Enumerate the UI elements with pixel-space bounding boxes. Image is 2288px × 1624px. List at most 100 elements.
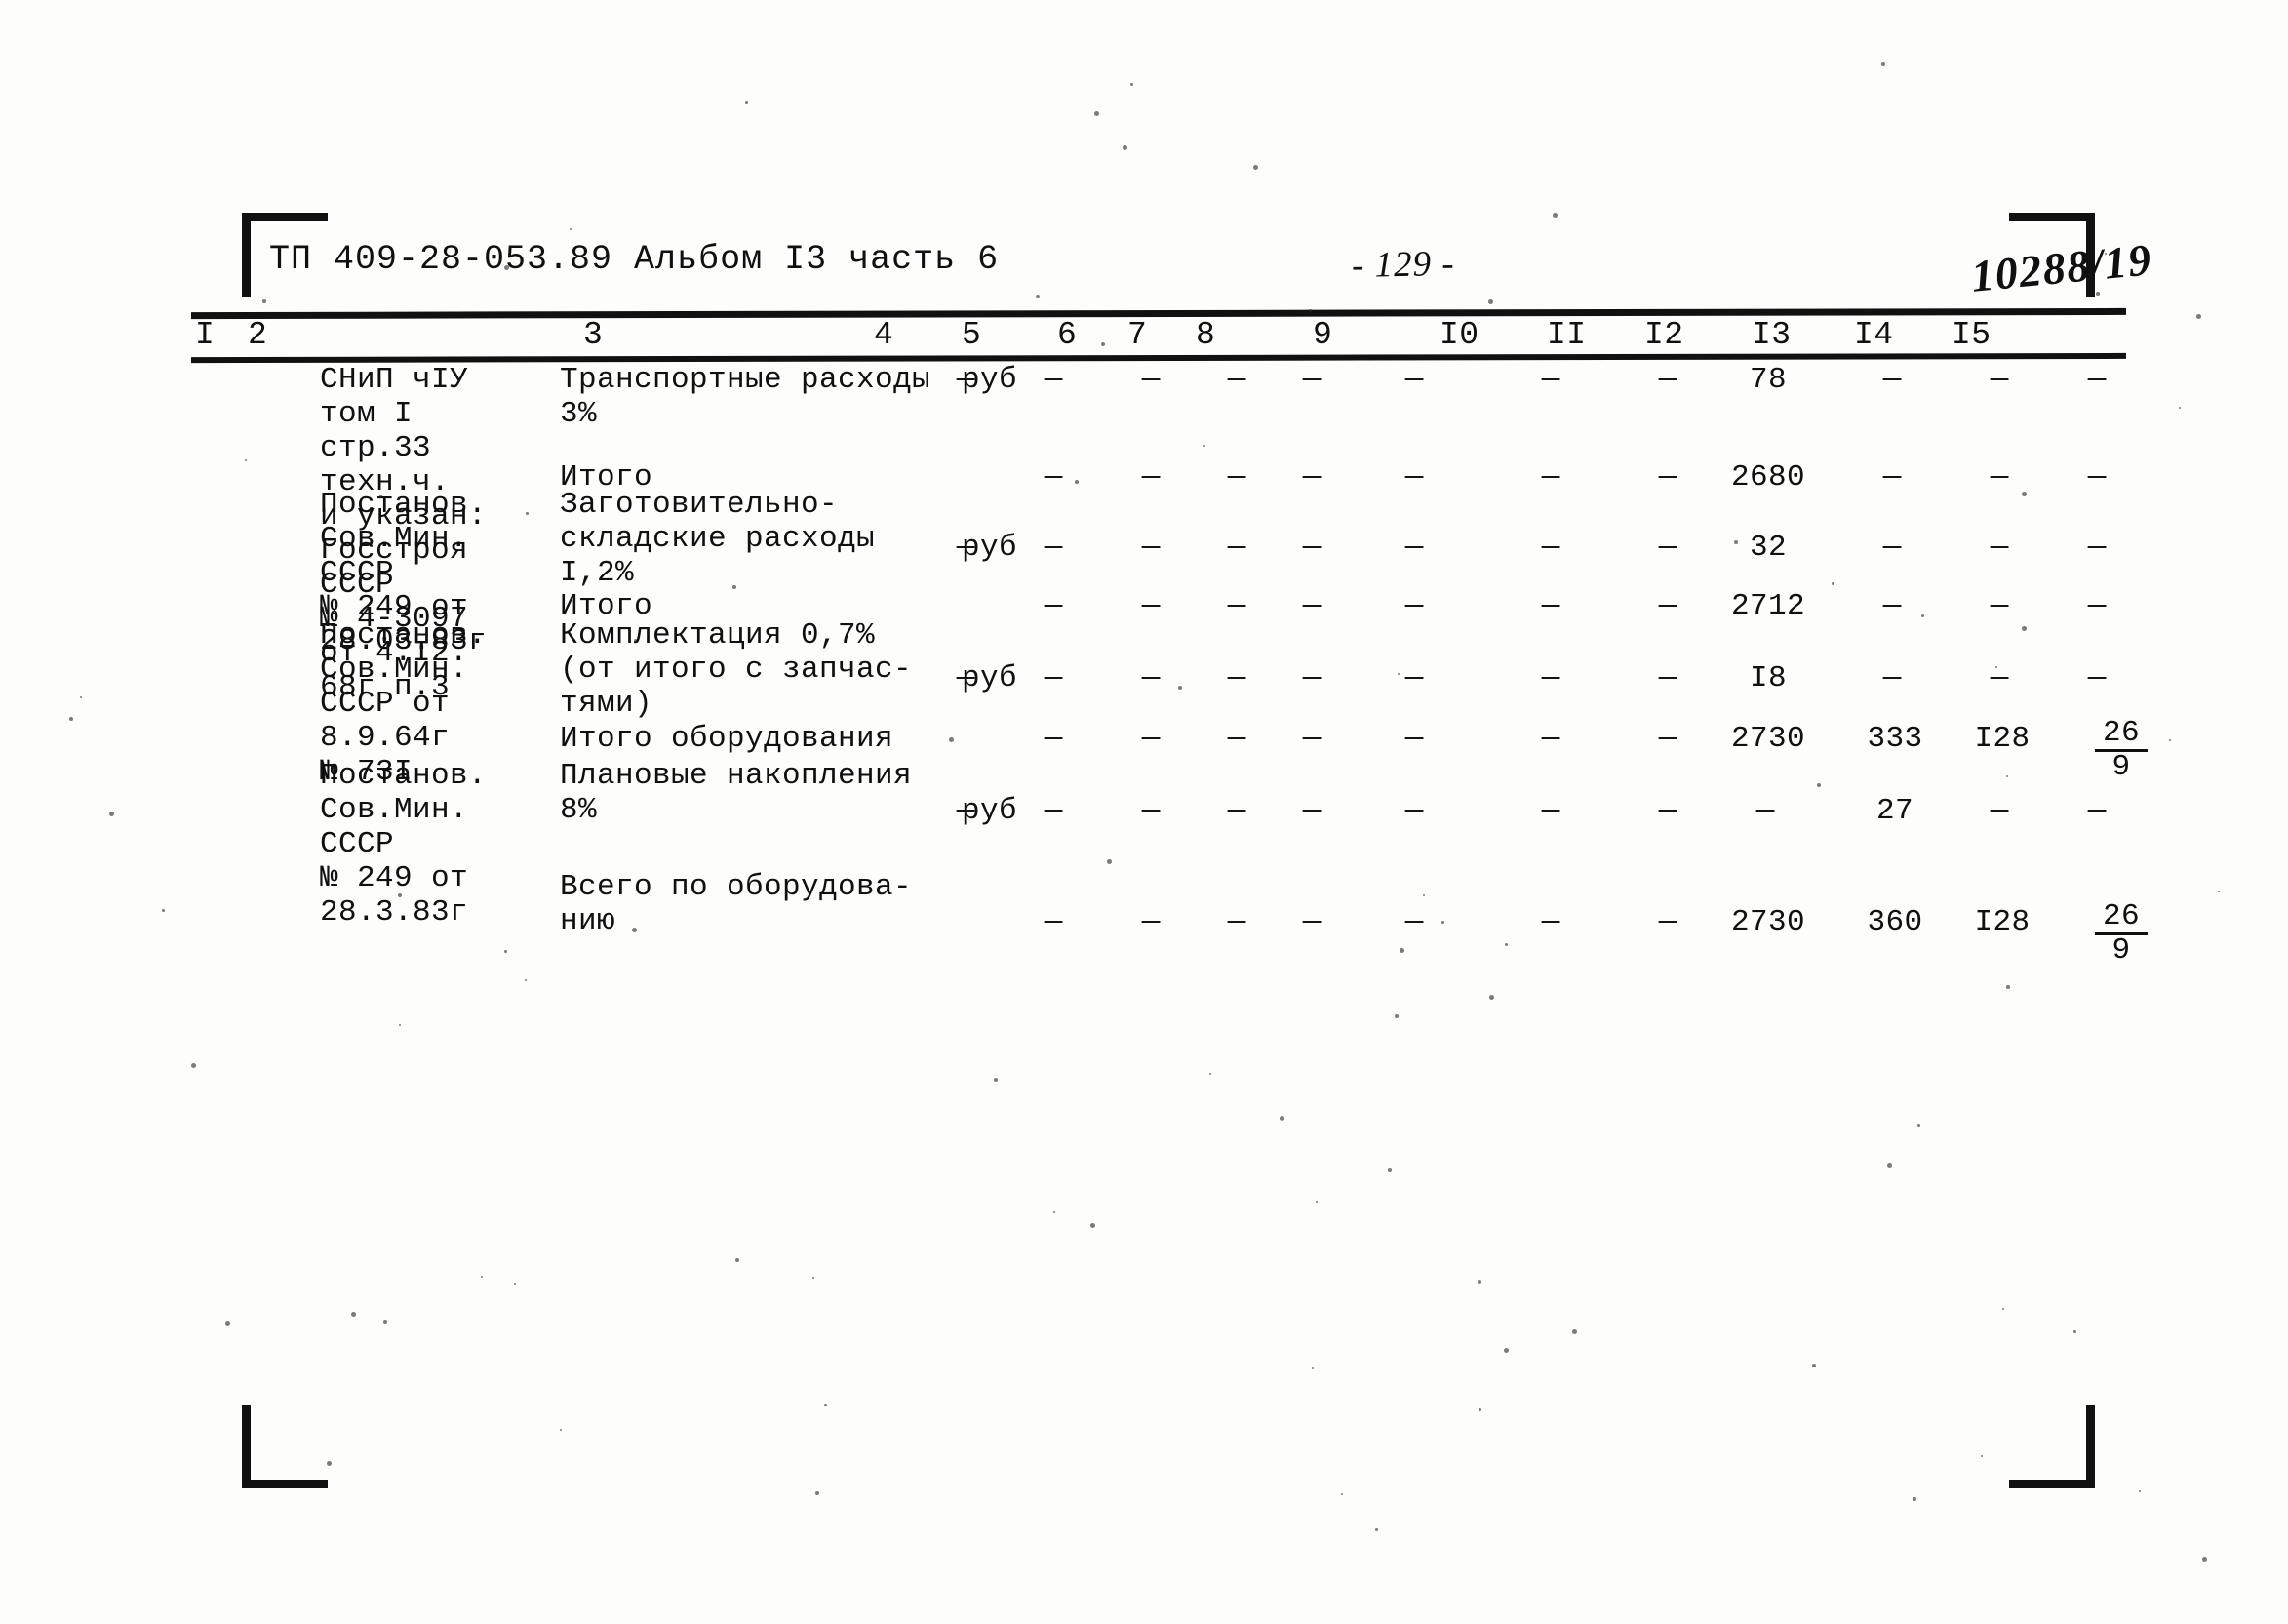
table-column-number-row: I 2 3 4 5 6 7 8 9 I0 II I2 I3 I4 I5: [191, 317, 2126, 356]
cell-col13: —: [1882, 363, 1902, 397]
cell-col7: —: [1227, 905, 1246, 939]
cell-col13: —: [1882, 589, 1902, 623]
scan-speck: [526, 512, 529, 515]
cell-col7: —: [1227, 460, 1246, 495]
scan-speck: [69, 717, 73, 721]
cell-col7: —: [1227, 661, 1246, 695]
cell-col12: —: [1755, 794, 1775, 828]
scan-speck: [1388, 1168, 1392, 1172]
cell-col12: 32: [1749, 531, 1787, 565]
cell-col12: 2680: [1730, 460, 1805, 495]
cell-col8: —: [1302, 363, 1322, 397]
scan-speck: [398, 893, 402, 897]
scan-speck: [1572, 1329, 1577, 1334]
cell-col11: —: [1658, 531, 1677, 565]
column-number-II: II: [1547, 317, 1587, 353]
column-number-5: 5: [962, 317, 982, 353]
scan-speck: [1489, 995, 1494, 1000]
cell-col8: —: [1302, 460, 1322, 495]
scan-speck: [632, 928, 637, 932]
cell-col11: —: [1658, 794, 1677, 828]
cell-col15-fraction: 26 9: [2058, 901, 2185, 968]
column-number-I5: I5: [1952, 317, 1992, 353]
scan-speck: [1881, 62, 1885, 66]
cell-col14: —: [1990, 460, 2009, 495]
cell-col10: —: [1541, 905, 1560, 939]
cell-col10: —: [1541, 460, 1560, 495]
scan-speck: [225, 1321, 230, 1326]
scan-speck: [1130, 83, 1133, 86]
column-number-6: 6: [1057, 317, 1078, 353]
cell-col12: I8: [1749, 661, 1787, 695]
scan-speck: [514, 1283, 516, 1285]
cell-col9: —: [1404, 460, 1424, 495]
cell-col15-fraction: 26 9: [2058, 718, 2185, 784]
cell-col4: —: [956, 794, 975, 828]
table-body: СНиП чIУ том I стр.33 техн.ч. и указан. …: [191, 363, 2148, 1416]
cell-col14: —: [1990, 589, 2009, 623]
cell-justification: Постанов. Сов.Мин. СССР № 249 от 28.3.83…: [320, 759, 488, 930]
column-number-2: 2: [248, 317, 268, 353]
cell-col10: —: [1541, 722, 1560, 756]
scan-speck: [2022, 626, 2027, 631]
scan-speck: [1280, 1116, 1284, 1121]
scan-speck: [735, 1258, 739, 1262]
scan-speck: [1123, 145, 1127, 150]
scan-speck: [2105, 253, 2107, 255]
scan-speck: [732, 585, 736, 589]
scan-speck: [2139, 1490, 2141, 1492]
scan-speck: [2006, 775, 2008, 777]
cell-col6: —: [1141, 905, 1161, 939]
scan-speck: [2218, 891, 2220, 892]
cell-col4: —: [956, 531, 975, 565]
cell-col10: —: [1541, 363, 1560, 397]
scan-speck: [1505, 943, 1508, 946]
cell-col8: —: [1302, 722, 1322, 756]
cell-col15: —: [2087, 661, 2107, 695]
scan-speck: [634, 639, 637, 642]
scan-speck: [812, 1277, 814, 1279]
scan-speck: [994, 1078, 998, 1082]
column-number-I3: I3: [1752, 317, 1792, 353]
scan-speck: [327, 1461, 332, 1466]
cell-col14: I28: [1974, 722, 2031, 756]
cell-col6: —: [1141, 722, 1161, 756]
scan-speck: [1981, 1455, 1983, 1457]
scan-speck: [399, 1024, 401, 1026]
scan-speck: [109, 812, 114, 816]
cell-col5: —: [1044, 661, 1063, 695]
cell-col6: —: [1141, 589, 1161, 623]
scan-speck: [80, 696, 82, 698]
cell-col6: —: [1141, 460, 1161, 495]
scan-speck: [481, 1276, 483, 1278]
cell-col7: —: [1227, 794, 1246, 828]
column-number-I4: I4: [1854, 317, 1894, 353]
scan-speck: [1400, 948, 1404, 953]
cell-col9: —: [1404, 794, 1424, 828]
column-number-4: 4: [874, 317, 894, 353]
corner-mark-bottom-left: [234, 1405, 328, 1488]
cell-col13: 27: [1875, 794, 1913, 828]
scan-speck: [2096, 292, 2100, 296]
scan-speck: [525, 979, 527, 981]
scan-speck: [383, 1320, 387, 1324]
page-number: - 129 -: [1351, 243, 1456, 287]
cell-col8: —: [1302, 589, 1322, 623]
scan-speck: [1504, 1348, 1509, 1353]
cell-col6: —: [1141, 531, 1161, 565]
scan-speck: [1036, 295, 1040, 298]
cell-description: Транспортные расходы 3%: [560, 363, 931, 431]
cell-col8: —: [1302, 531, 1322, 565]
scan-speck: [1913, 1497, 1916, 1501]
cell-col9: —: [1404, 905, 1424, 939]
cell-col5: —: [1044, 460, 1063, 495]
scan-speck: [1921, 614, 1924, 617]
cell-col9: —: [1404, 589, 1424, 623]
cell-description: Комплектация 0,7% (от итого с запчас- тя…: [560, 618, 913, 721]
cell-col10: —: [1541, 794, 1560, 828]
column-number-I0: I0: [1440, 317, 1479, 353]
scan-speck: [2073, 1330, 2076, 1333]
scan-speck: [1312, 1367, 1314, 1369]
cell-col11: —: [1658, 363, 1677, 397]
scan-speck: [1090, 1223, 1095, 1228]
